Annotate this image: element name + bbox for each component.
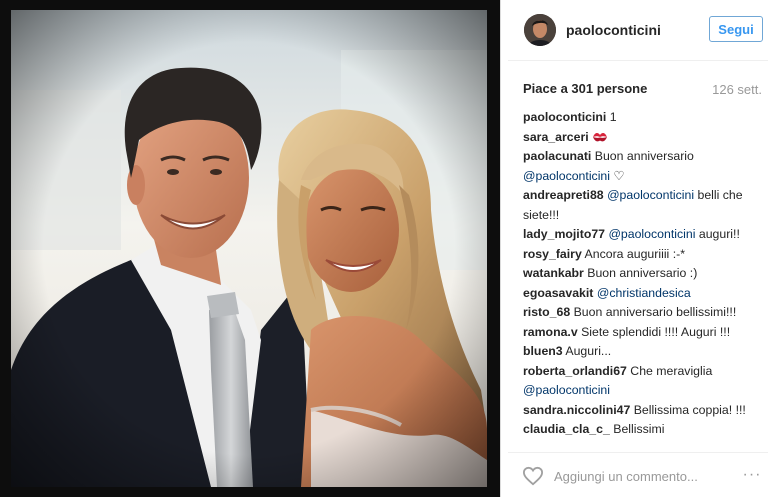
comment-username[interactable]: paolacunati <box>523 149 591 163</box>
comment-username[interactable]: lady_mojito77 <box>523 227 605 241</box>
comment-username[interactable]: rosy_fairy <box>523 247 582 261</box>
post-media <box>0 0 507 497</box>
comment-item: roberta_orlandi67 Che meraviglia @paoloc… <box>523 362 763 401</box>
comment-username[interactable]: paoloconticini <box>523 110 606 124</box>
comment-username[interactable]: claudia_cla_c_ <box>523 422 610 436</box>
comment-mention[interactable]: @christiandesica <box>597 286 691 300</box>
comment-text: ♡ <box>610 168 625 183</box>
comment-mention[interactable]: @paoloconticini <box>608 227 695 241</box>
comment-item: watankabr Buon anniversario :) <box>523 264 763 284</box>
comment-mention[interactable]: @paoloconticini <box>607 188 694 202</box>
comment-text: Bellissimi <box>609 422 665 436</box>
username-link[interactable]: paoloconticini <box>566 22 661 38</box>
post-header: paoloconticini Segui <box>508 0 768 61</box>
comment-item: risto_68 Buon anniversario bellissimi!!! <box>523 303 763 323</box>
more-options-icon[interactable]: ··· <box>742 465 762 485</box>
comment-item: egoasavakit @christiandesica <box>523 284 763 304</box>
comment-text: Ancora auguriiii :-* <box>581 246 686 261</box>
comment-text: Siete splendidi !!!! Auguri !!! <box>577 324 731 339</box>
comment-username[interactable]: sara_arceri <box>523 130 589 144</box>
comment-text: Bellissima coppia! !!! <box>630 402 746 417</box>
comment-username[interactable]: watankabr <box>523 266 584 280</box>
comment-username[interactable]: andreapreti88 <box>523 188 604 202</box>
comment-mention[interactable]: @paoloconticini <box>523 169 610 183</box>
photo-frame <box>0 0 501 497</box>
comment-item: sara_arceri <box>523 128 763 148</box>
post-age[interactable]: 126 sett. <box>712 82 762 97</box>
comment-username[interactable]: risto_68 <box>523 305 570 319</box>
comment-text: auguri!! <box>695 227 740 241</box>
post-footer: ··· <box>508 452 768 498</box>
like-heart-icon[interactable] <box>522 466 544 486</box>
post-info-panel: paoloconticini Segui Piace a 301 persone… <box>508 0 768 497</box>
comment-username[interactable]: sandra.niccolini47 <box>523 403 630 417</box>
comment-username[interactable]: bluen3 <box>523 344 563 358</box>
comment-text: Buon anniversario <box>591 149 694 163</box>
comment-text: Buon anniversario :) <box>583 266 698 280</box>
comment-item: rosy_fairy Ancora auguriiii :-* <box>523 245 763 265</box>
comment-item: paolacunati Buon anniversario @paolocont… <box>523 147 763 186</box>
comment-text: Che meraviglia <box>626 363 713 378</box>
comment-item: lady_mojito77 @paoloconticini auguri!! <box>523 225 763 245</box>
comment-list: paoloconticini 1 sara_arceri paolacunati … <box>523 108 763 440</box>
follow-button[interactable]: Segui <box>709 16 763 42</box>
comment-username[interactable]: ramona.v <box>523 325 578 339</box>
comment-text: Buon anniversario bellissimi!!! <box>570 305 737 319</box>
comment-text: Auguri... <box>562 344 612 358</box>
kiss-mark-icon <box>592 130 608 142</box>
comment-username[interactable]: egoasavakit <box>523 286 593 300</box>
add-comment-input[interactable] <box>554 465 724 487</box>
comment-item: andreapreti88 @paoloconticini belli che … <box>523 186 763 225</box>
comment-item: bluen3 Auguri... <box>523 342 763 362</box>
comment-text: 1 <box>606 110 617 124</box>
comment-username[interactable]: roberta_orlandi67 <box>523 364 627 378</box>
likes-count[interactable]: Piace a 301 persone <box>523 81 647 96</box>
comment-item: paoloconticini 1 <box>523 108 763 128</box>
comment-item: sandra.niccolini47 Bellissima coppia! !!… <box>523 401 763 421</box>
comment-mention[interactable]: @paoloconticini <box>523 383 610 397</box>
comment-item: ramona.v Siete splendidi !!!! Auguri !!! <box>523 323 763 343</box>
post-photo[interactable] <box>11 10 487 487</box>
avatar[interactable] <box>524 14 556 46</box>
comment-item: claudia_cla_c_ Bellissimi <box>523 420 763 440</box>
